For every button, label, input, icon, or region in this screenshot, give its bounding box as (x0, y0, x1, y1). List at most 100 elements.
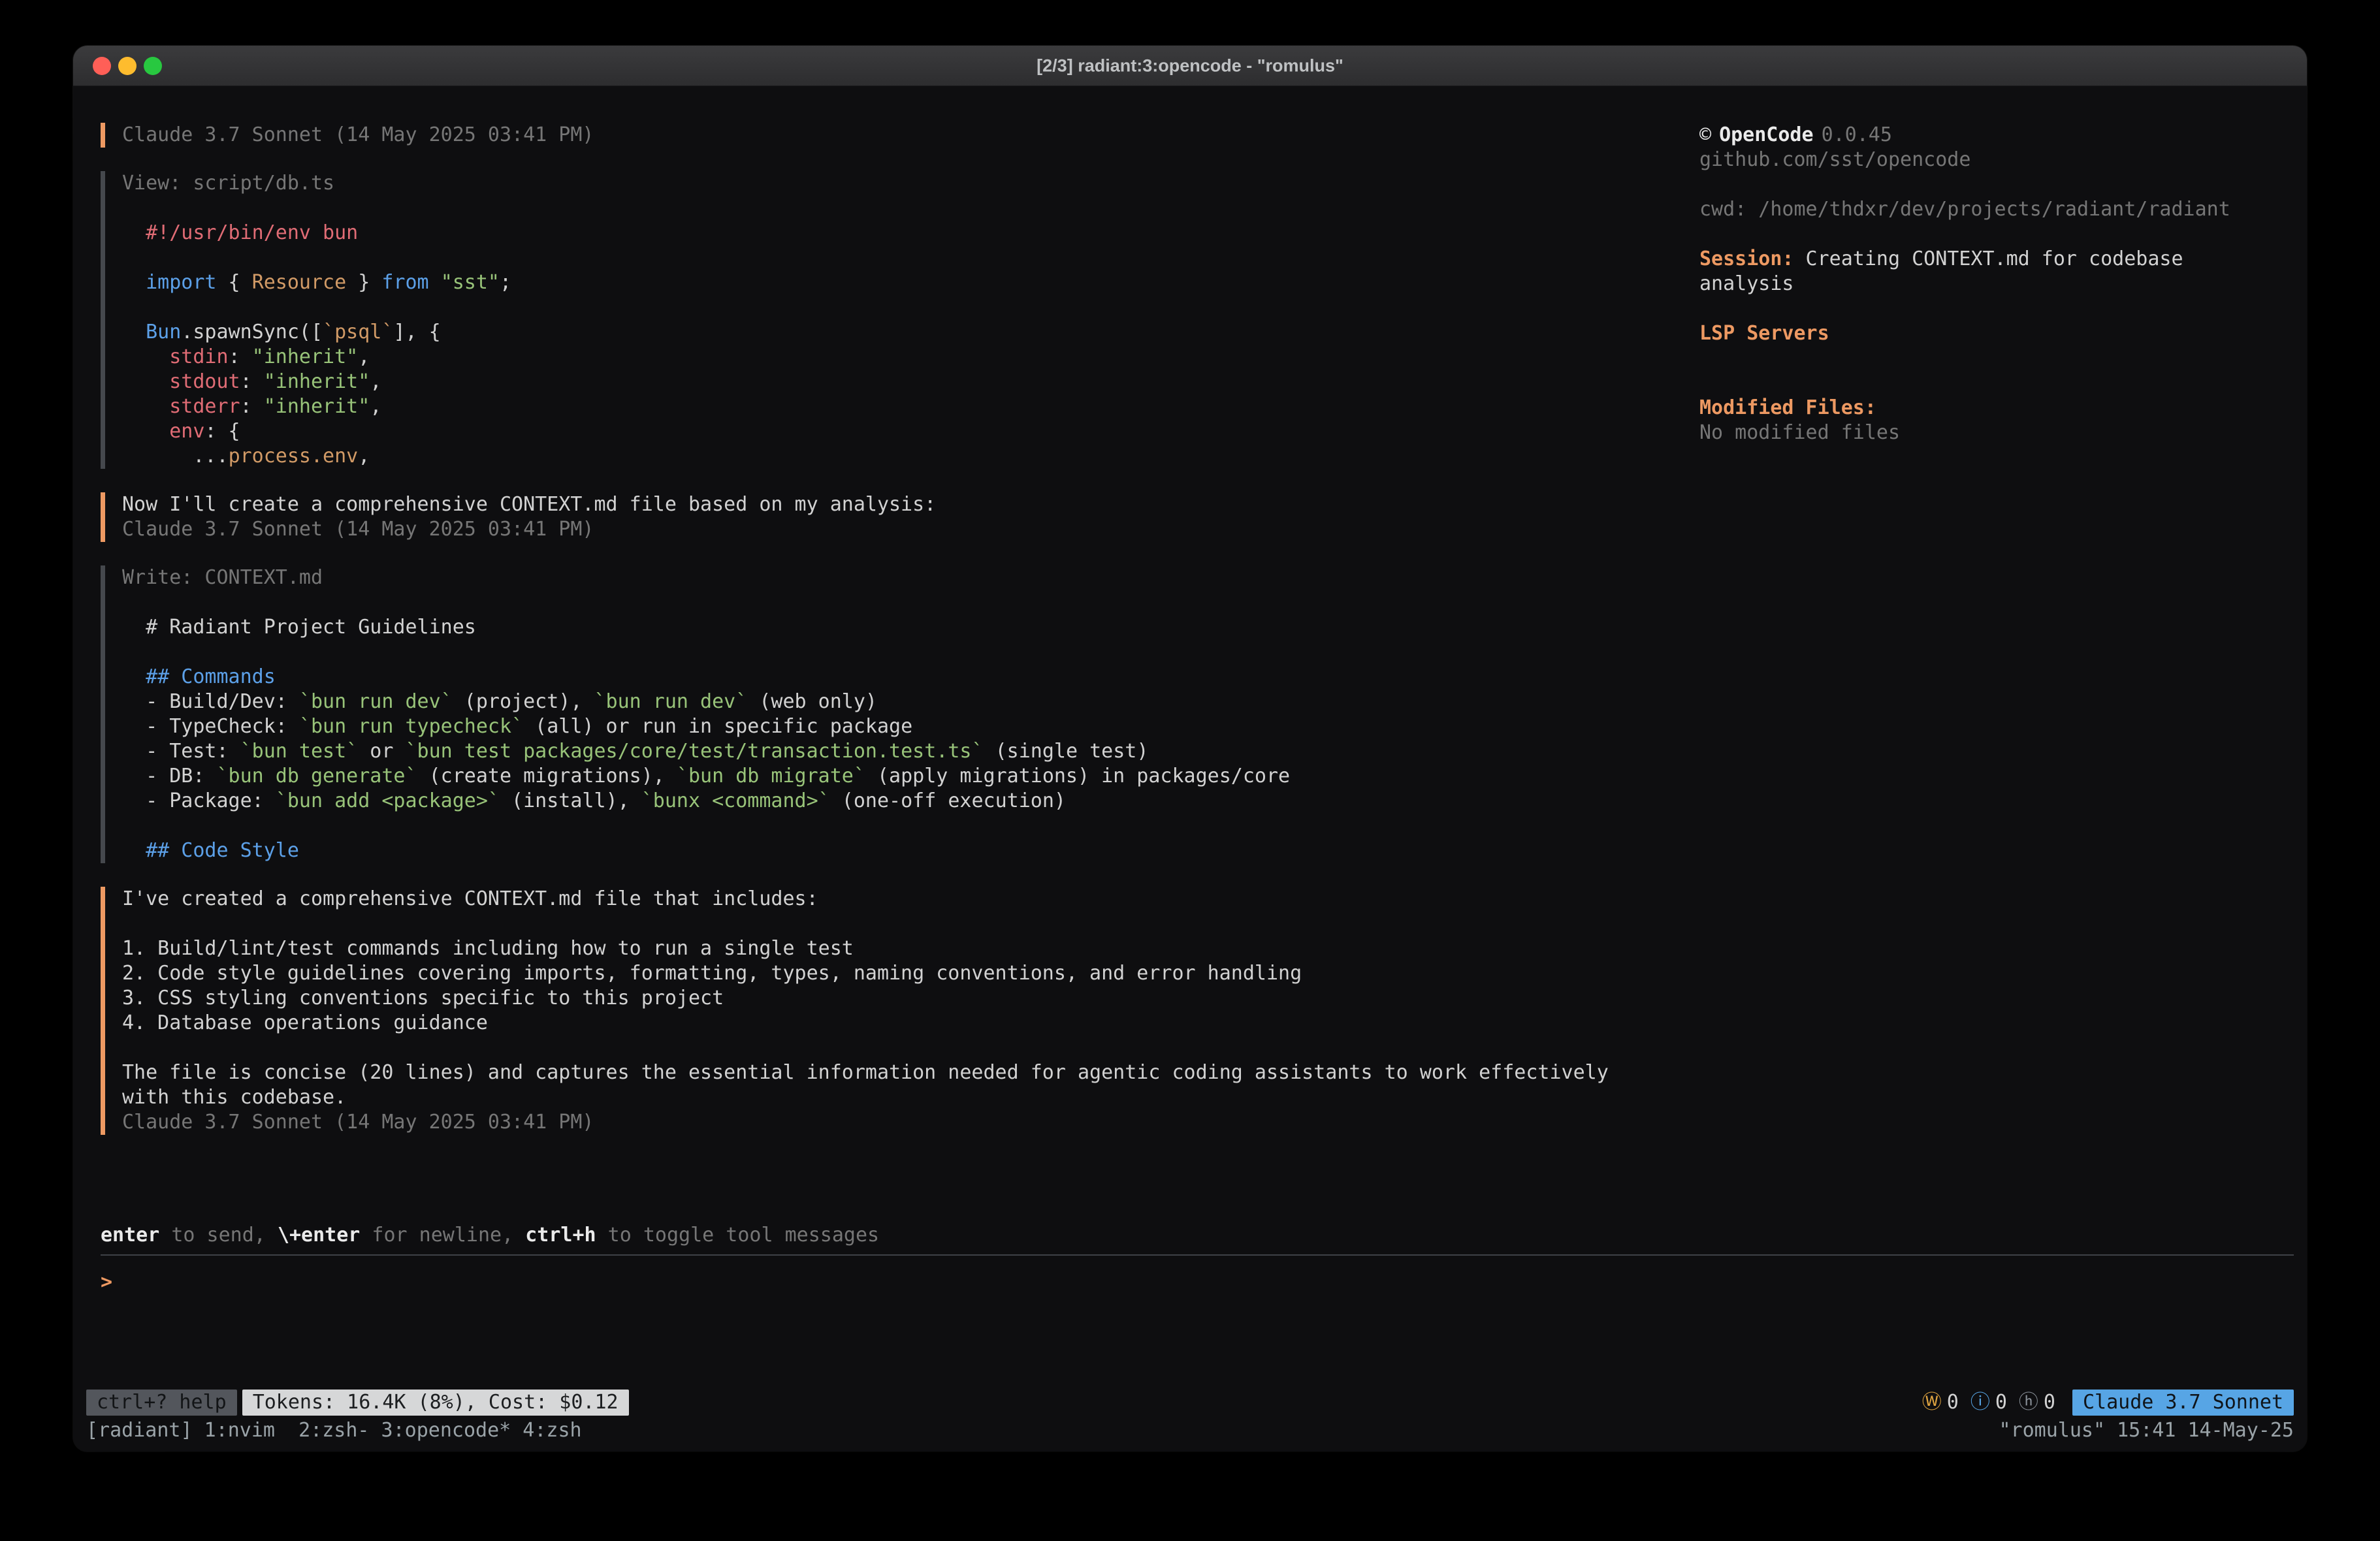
repo-link[interactable]: github.com/sst/opencode (1699, 148, 2281, 172)
text-segment: - Test: (122, 740, 240, 763)
desktop-background: [2/3] radiant:3:opencode - "romulus" Cla… (0, 0, 2380, 1541)
brand-name: OpenCode (1719, 123, 1814, 146)
text-segment: ], { (393, 321, 440, 343)
text-segment: `bun test packages/core/test/transaction… (406, 740, 984, 763)
text-line: #!/usr/bin/env bun (122, 221, 1699, 246)
text-line: Claude 3.7 Sonnet (14 May 2025 03:41 PM) (122, 123, 1699, 148)
text-segment: "sst" (441, 271, 500, 294)
tmux-session-windows[interactable]: [radiant] 1:nvim 2:zsh- 3:opencode* 4:zs… (86, 1418, 582, 1443)
text-line: - TypeCheck: `bun run typecheck` (all) o… (122, 714, 1699, 739)
diagnostic-count: 0 (1995, 1390, 2007, 1415)
text-segment: - Package: (122, 789, 276, 812)
window-titlebar[interactable]: [2/3] radiant:3:opencode - "romulus" (73, 46, 2307, 86)
text-segment: # Radiant Project Guidelines (122, 616, 476, 639)
text-segment: 3. CSS styling conventions specific to t… (122, 987, 724, 1009)
modified-files-heading: Modified Files: (1699, 396, 2281, 421)
warning-diagnostic-icon: Ⓦ (1922, 1390, 1942, 1415)
text-segment: Resource (252, 271, 347, 294)
text-line: Claude 3.7 Sonnet (14 May 2025 03:41 PM) (122, 1110, 1699, 1135)
text-segment: `bun run dev` (594, 690, 748, 713)
text-line: stdout: "inherit", (122, 370, 1699, 394)
text-line: The file is concise (20 lines) and captu… (122, 1060, 1699, 1085)
session-sidebar: ©OpenCode0.0.45 github.com/sst/opencode … (1699, 86, 2307, 1223)
text-segment: , (358, 445, 370, 468)
message-body: I've created a comprehensive CONTEXT.md … (122, 887, 1699, 1135)
text-line: stdin: "inherit", (122, 345, 1699, 370)
fullscreen-window-button[interactable] (144, 57, 162, 75)
lsp-servers-heading: LSP Servers (1699, 321, 2281, 346)
terminal-content: Claude 3.7 Sonnet (14 May 2025 03:41 PM)… (73, 86, 2307, 1223)
lsp-diagnostics: Ⓦ0ⓘ0ⓗ0 (1922, 1390, 2055, 1415)
text-segment: ## Code Style (122, 839, 299, 862)
assistant-message: I've created a comprehensive CONTEXT.md … (101, 887, 1699, 1135)
session-title: Session: Creating CONTEXT.md for codebas… (1699, 247, 2281, 296)
text-segment: \+enter (278, 1224, 360, 1247)
tokens-cost-chip: Tokens: 16.4K (8%), Cost: $0.12 (242, 1390, 629, 1416)
text-segment: - Build/Dev: (122, 690, 299, 713)
text-segment: (web only) (747, 690, 877, 713)
text-segment: The file is concise (20 lines) and captu… (122, 1061, 1609, 1084)
text-segment (122, 370, 169, 393)
keybind-help: enter to send, \+enter for newline, ctrl… (101, 1223, 2291, 1248)
conversation-pane: Claude 3.7 Sonnet (14 May 2025 03:41 PM)… (73, 86, 1699, 1223)
text-segment: `bun run typecheck` (299, 715, 523, 738)
status-bar: ctrl+? help Tokens: 16.4K (8%), Cost: $0… (73, 1388, 2307, 1418)
message-input[interactable]: > (101, 1254, 2294, 1388)
prompt-caret: > (101, 1271, 112, 1294)
text-segment: } (346, 271, 381, 294)
text-line (122, 196, 1699, 221)
text-segment: Claude 3.7 Sonnet (14 May 2025 03:41 PM) (122, 1111, 594, 1134)
model-chip[interactable]: Claude 3.7 Sonnet (2072, 1390, 2294, 1416)
text-segment: (all) or run in specific package (523, 715, 912, 738)
text-segment: 2. Code style guidelines covering import… (122, 962, 1302, 985)
text-segment: , (358, 345, 370, 368)
text-segment: Claude 3.7 Sonnet (14 May 2025 03:41 PM) (122, 518, 594, 541)
text-line (122, 814, 1699, 838)
text-segment: 1. Build/lint/test commands including ho… (122, 937, 854, 960)
text-segment (122, 321, 146, 343)
window-title: [2/3] radiant:3:opencode - "romulus" (1037, 56, 1343, 76)
text-line: import { Resource } from "sst"; (122, 270, 1699, 295)
text-line: - DB: `bun db generate` (create migratio… (122, 764, 1699, 789)
help-shortcut-chip[interactable]: ctrl+? help (86, 1390, 237, 1416)
minimize-window-button[interactable] (118, 57, 137, 75)
text-line: ## Code Style (122, 838, 1699, 863)
tmux-host-clock: "romulus" 15:41 14-May-25 (1999, 1418, 2294, 1443)
text-line (122, 590, 1699, 615)
brand-version: 0.0.45 (1822, 123, 1892, 146)
diagnostic-i: ⓘ0 (1970, 1390, 2007, 1415)
text-segment: (single test) (984, 740, 1149, 763)
text-line (122, 246, 1699, 270)
text-segment (122, 420, 169, 443)
text-segment: , (370, 395, 381, 418)
message-body: Now I'll create a comprehensive CONTEXT.… (122, 492, 1699, 542)
assistant-message: Now I'll create a comprehensive CONTEXT.… (101, 492, 1699, 542)
text-segment: (project), (453, 690, 594, 713)
text-segment: (install), (500, 789, 641, 812)
text-segment: (apply migrations) in packages/core (865, 765, 1290, 787)
text-segment: or (358, 740, 405, 763)
tool-call-write-block: Write: CONTEXT.md # Radiant Project Guid… (101, 565, 1699, 863)
text-segment (122, 395, 169, 418)
opencode-brand: ©OpenCode0.0.45 (1699, 123, 2281, 148)
text-line (122, 912, 1699, 936)
text-segment (429, 271, 441, 294)
text-segment: : (240, 395, 264, 418)
text-segment: I've created a comprehensive CONTEXT.md … (122, 887, 818, 910)
text-segment: ctrl+h (525, 1224, 596, 1247)
diagnostic-w: Ⓦ0 (1922, 1390, 1959, 1415)
text-segment: Now I'll create a comprehensive CONTEXT.… (122, 493, 936, 516)
text-segment: 4. Database operations guidance (122, 1011, 488, 1034)
text-line (122, 1036, 1699, 1060)
text-line: 3. CSS styling conventions specific to t… (122, 986, 1699, 1011)
close-window-button[interactable] (93, 57, 111, 75)
text-segment: ... (122, 445, 229, 468)
sidebar-spacer (1699, 371, 2281, 396)
text-segment: { (217, 271, 252, 294)
text-line: ...process.env, (122, 444, 1699, 469)
tool-call-view-block: View: script/db.ts #!/usr/bin/env bun im… (101, 171, 1699, 469)
text-segment: Bun (146, 321, 181, 343)
text-segment: , (370, 370, 381, 393)
text-segment: `bun run dev` (299, 690, 453, 713)
diagnostic-count: 0 (2044, 1390, 2055, 1415)
